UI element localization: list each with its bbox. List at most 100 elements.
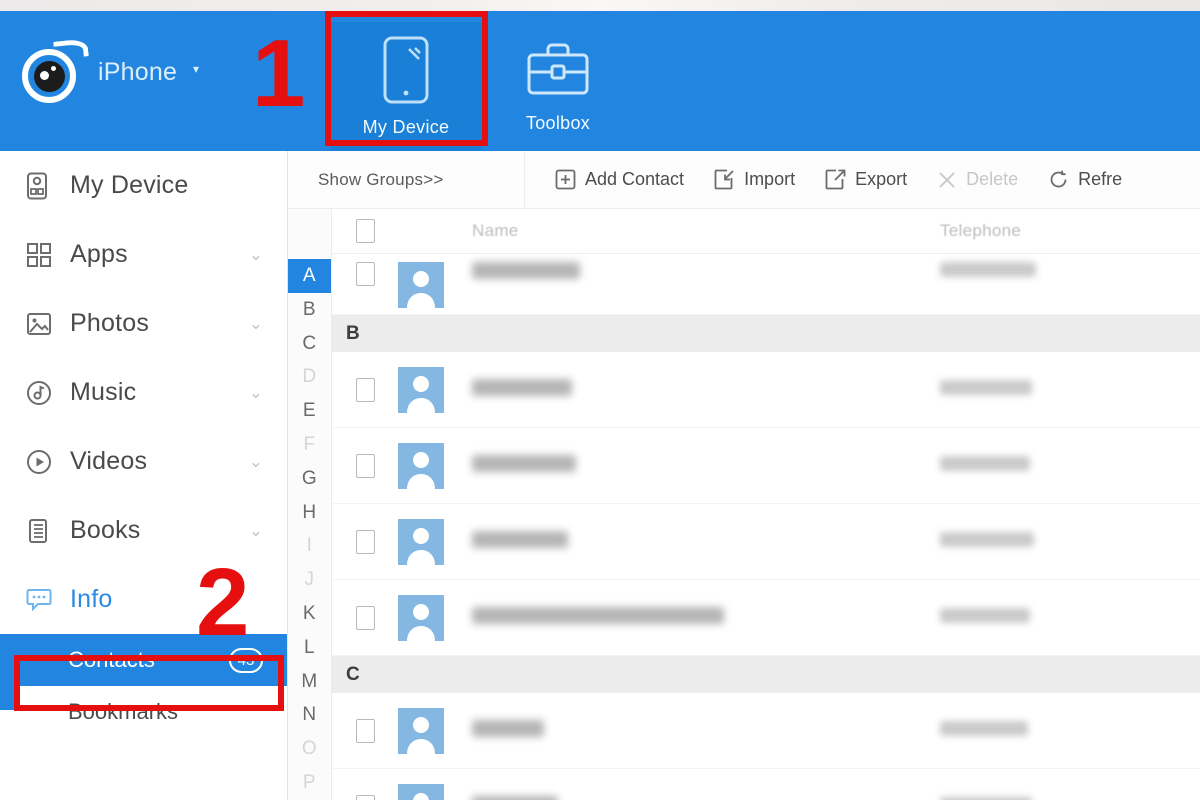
add-contact-label: Add Contact: [585, 169, 685, 189]
table-row[interactable]: [332, 504, 1200, 580]
row-select-cell: [332, 529, 398, 554]
redacted-telephone: [940, 455, 1030, 471]
row-avatar-cell: [398, 366, 470, 413]
redacted-contact-name: [472, 530, 568, 548]
redacted-contact-name: [472, 454, 576, 472]
row-checkbox[interactable]: [355, 453, 375, 478]
avatar: [398, 518, 444, 565]
alpha-index-letter[interactable]: B: [288, 293, 331, 327]
group-letter: B: [346, 322, 360, 344]
row-name-cell: [470, 719, 940, 742]
sidebar-item-apps[interactable]: Apps ⌄: [0, 220, 287, 289]
row-checkbox[interactable]: [355, 794, 375, 800]
alphabet-index: A B C D E F G H I J K L M N O P: [288, 209, 332, 800]
import-button[interactable]: Import: [714, 169, 795, 190]
table-row[interactable]: [332, 428, 1200, 504]
import-label: Import: [744, 169, 796, 189]
alpha-index-letter[interactable]: A: [288, 259, 331, 293]
show-groups-region: Show Groups>>: [288, 151, 525, 208]
row-telephone-cell: [940, 455, 1200, 476]
redacted-contact-name: [472, 719, 544, 737]
avatar: [398, 707, 444, 754]
sidebar-item-label: My Device: [70, 171, 189, 199]
apps-grid-icon: [26, 242, 54, 268]
contacts-count-badge: 43: [229, 647, 263, 673]
chevron-down-icon[interactable]: ▾: [193, 62, 199, 76]
alpha-index-letter: O: [301, 738, 318, 760]
table-row[interactable]: [332, 580, 1200, 656]
alpha-index-letter[interactable]: M: [288, 665, 331, 699]
window-titlebar-strip: [0, 0, 1200, 11]
chevron-down-icon[interactable]: ⌄: [249, 245, 263, 265]
row-name-cell: [470, 454, 940, 477]
briefcase-icon: [525, 39, 591, 101]
redacted-telephone: [940, 720, 1028, 736]
sidebar-subitem-label: Contacts: [68, 647, 155, 672]
app-header: iPhone ▾ My Device Toolbox: [0, 11, 1200, 151]
tab-toolbox-label: Toolbox: [525, 113, 591, 133]
row-checkbox[interactable]: [355, 718, 375, 743]
row-select-cell: [332, 605, 398, 630]
delete-label: Delete: [966, 169, 1019, 189]
row-checkbox[interactable]: [355, 605, 375, 630]
row-avatar-cell: [398, 707, 470, 754]
sidebar-item-books[interactable]: Books ⌄: [0, 496, 287, 565]
info-bubble-icon: [26, 588, 54, 612]
sidebar-item-my-device[interactable]: My Device: [0, 151, 287, 220]
row-name-cell: [470, 795, 940, 800]
chevron-down-icon[interactable]: ⌄: [249, 383, 263, 403]
sidebar-item-label: Music: [70, 378, 137, 406]
alpha-index-letter[interactable]: L: [288, 631, 331, 665]
redacted-contact-name: [472, 378, 572, 396]
sidebar-item-photos[interactable]: Photos ⌄: [0, 289, 287, 358]
alpha-index-letter[interactable]: K: [288, 597, 331, 631]
row-checkbox[interactable]: [355, 529, 375, 554]
sidebar-item-label: Books: [70, 516, 141, 544]
row-avatar-cell: [398, 262, 470, 308]
avatar: [398, 442, 444, 489]
export-arrow-icon: [825, 169, 846, 190]
alpha-index-letter[interactable]: E: [288, 394, 331, 428]
table-row[interactable]: [332, 769, 1200, 800]
alpha-index-letter[interactable]: C: [288, 327, 331, 361]
row-checkbox[interactable]: [355, 262, 375, 286]
export-button[interactable]: Export: [825, 169, 907, 190]
sidebar-item-label: Info: [70, 585, 113, 613]
header-tabs: My Device Toolbox: [330, 22, 634, 151]
app-window: iPhone ▾ My Device Toolbox My Device App…: [0, 0, 1200, 800]
chevron-down-icon[interactable]: ⌄: [249, 314, 263, 334]
add-contact-button[interactable]: Add Contact: [555, 169, 684, 190]
row-checkbox[interactable]: [355, 377, 375, 402]
alpha-index-letter[interactable]: H: [288, 496, 331, 530]
redacted-contact-name: [472, 795, 558, 800]
avatar: [398, 262, 444, 308]
tab-toolbox[interactable]: Toolbox: [482, 22, 634, 151]
table-row[interactable]: [332, 254, 1200, 315]
row-avatar-cell: [398, 594, 470, 641]
alpha-index-letter[interactable]: G: [288, 462, 331, 496]
chevron-down-icon[interactable]: ⌄: [249, 521, 263, 541]
table-row[interactable]: [332, 352, 1200, 428]
alpha-index-letter: J: [304, 569, 315, 591]
redacted-telephone: [940, 796, 1032, 800]
sidebar-item-bookmarks[interactable]: Bookmarks: [0, 686, 287, 738]
row-telephone-cell: [940, 796, 1200, 800]
sidebar-item-music[interactable]: Music ⌄: [0, 358, 287, 427]
table-row[interactable]: [332, 693, 1200, 769]
device-phone-icon: [26, 172, 54, 200]
sidebar-item-contacts[interactable]: Contacts 43: [0, 634, 287, 686]
toolbar-actions: Add Contact Import Export Delete Refre: [525, 151, 1122, 208]
select-all-checkbox[interactable]: [355, 219, 375, 243]
photo-icon: [26, 311, 54, 337]
brand-area[interactable]: iPhone ▾: [18, 37, 199, 107]
alpha-index-letter: I: [306, 535, 313, 557]
refresh-button[interactable]: Refre: [1048, 169, 1122, 190]
show-groups-button[interactable]: Show Groups>>: [318, 170, 443, 190]
tab-my-device[interactable]: My Device: [330, 22, 482, 151]
row-name-cell: [470, 378, 940, 401]
chevron-down-icon[interactable]: ⌄: [249, 452, 263, 472]
sidebar-item-videos[interactable]: Videos ⌄: [0, 427, 287, 496]
group-letter: C: [346, 663, 360, 685]
sidebar-item-info[interactable]: Info: [0, 565, 287, 634]
alpha-index-letter[interactable]: N: [288, 699, 331, 733]
